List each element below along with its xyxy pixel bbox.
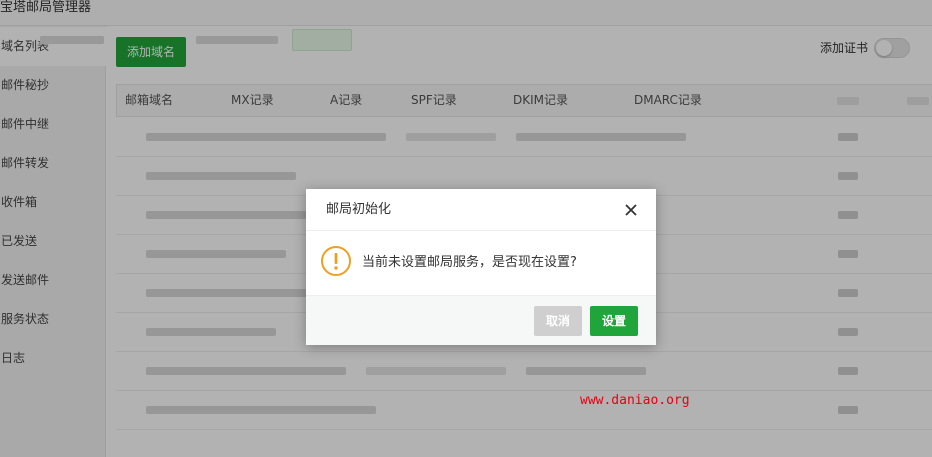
dialog-header: 邮局初始化 (306, 189, 656, 231)
dialog-body: 当前未设置邮局服务，是否现在设置? (306, 231, 656, 295)
warning-icon (320, 245, 352, 277)
dialog-title: 邮局初始化 (326, 202, 392, 217)
dialog-footer: 取消 设置 (306, 295, 656, 345)
watermark-text: www.daniao.org (580, 393, 690, 408)
dialog-message: 当前未设置邮局服务，是否现在设置? (362, 255, 577, 270)
init-dialog: 邮局初始化 当前未设置邮局服务，是否现在设置? 取消 设置 (306, 189, 656, 345)
cancel-button[interactable]: 取消 (534, 306, 582, 336)
close-icon[interactable] (624, 203, 638, 217)
setup-button[interactable]: 设置 (590, 306, 638, 336)
